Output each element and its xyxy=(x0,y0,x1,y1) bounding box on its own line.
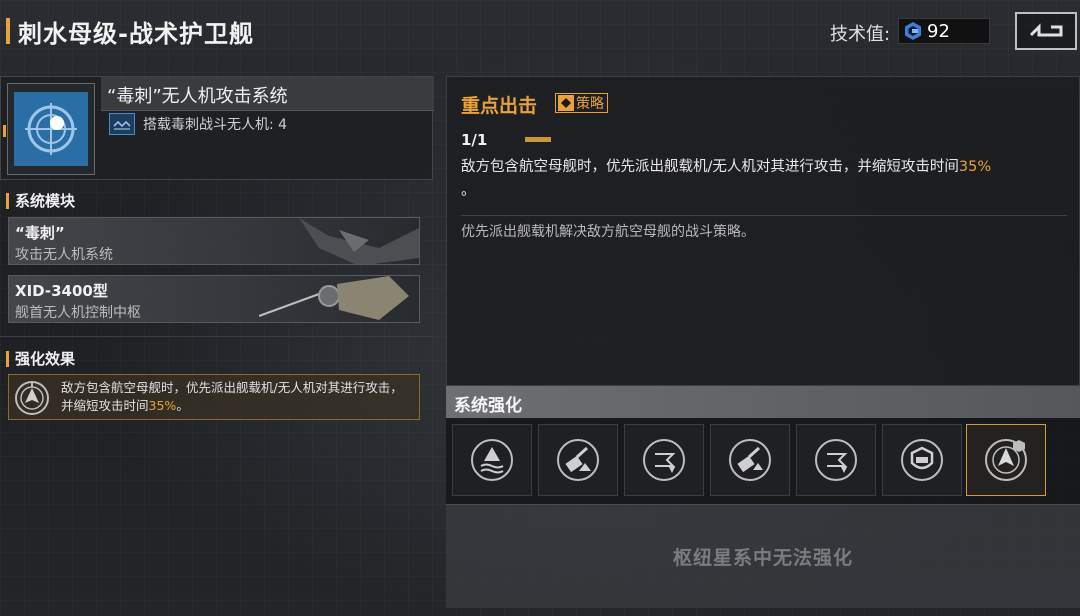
effects-section-header: 强化效果 xyxy=(0,348,75,369)
module-title: XID-3400型 xyxy=(15,282,108,300)
strategy-level: 1/1 xyxy=(461,131,488,149)
system-name: “毒刺”无人机攻击系统 xyxy=(107,86,288,107)
drone-icon xyxy=(109,113,135,135)
wave-up-icon xyxy=(471,439,513,481)
enhance-locked-area: 枢纽星系中无法强化 xyxy=(446,504,1080,608)
enhance-slot-4[interactable] xyxy=(710,424,790,496)
effects-section-title: 强化效果 xyxy=(15,350,76,368)
system-icon-frame[interactable] xyxy=(7,83,95,175)
module-title: “毒刺” xyxy=(15,224,65,242)
enhance-header: 系统强化 xyxy=(446,386,1080,418)
section-divider xyxy=(0,336,433,337)
enhance-slot-2[interactable] xyxy=(538,424,618,496)
module-desc: 攻击无人机系统 xyxy=(15,247,113,263)
strategy-tag: 策略 xyxy=(555,93,608,113)
cannon-up-alt-icon xyxy=(729,439,771,481)
system-accent-bar xyxy=(3,125,6,137)
level-progress-bar xyxy=(525,137,551,142)
left-panel: “毒刺”无人机攻击系统 搭载毒刺战斗无人机: 4 系统模块 “毒刺” 攻击无人机… xyxy=(0,76,434,616)
enhance-slot-3[interactable] xyxy=(624,424,704,496)
drone-count-row: 搭载毒刺战斗无人机: 4 xyxy=(109,113,287,135)
locked-message: 枢纽星系中无法强化 xyxy=(672,547,853,569)
enhance-title: 系统强化 xyxy=(454,396,522,416)
back-button[interactable] xyxy=(1015,12,1077,50)
back-return-icon xyxy=(1029,23,1063,37)
enhance-slot-5[interactable] xyxy=(796,424,876,496)
tech-value-box: 92 xyxy=(898,18,990,44)
effect-description: 敌方包含航空母舰时，优先派出舰载机/无人机对其进行攻击，并缩短攻击时间35%。 xyxy=(61,380,403,413)
detail-divider xyxy=(461,215,1067,216)
strategy-title: 重点出击 xyxy=(461,95,538,117)
page-title: 刺水母级-战术护卫舰 xyxy=(18,20,254,48)
drone-art-icon xyxy=(299,218,419,264)
effect-percent: 35% xyxy=(148,398,177,413)
strategy-detail-panel: 重点出击 策略 1/1 敌方包含航空母舰时，优先派出舰载机/无人机对其进行攻击，… xyxy=(446,76,1080,386)
cannon-up-icon xyxy=(557,439,599,481)
strategy-description: 敌方包含航空母舰时，优先派出舰载机/无人机对其进行攻击，并缩短攻击时间35%。 xyxy=(461,159,992,199)
enhance-slot-6[interactable] xyxy=(882,424,962,496)
cycle-down-icon xyxy=(643,439,685,481)
target-reticle-icon xyxy=(25,103,77,155)
enhance-slot-1[interactable] xyxy=(452,424,532,496)
strategy-target-icon xyxy=(985,439,1027,481)
title-accent-bar xyxy=(6,18,10,44)
modules-section-title: 系统模块 xyxy=(15,192,76,210)
strategy-percent: 35% xyxy=(958,159,992,175)
system-name-bar: “毒刺”无人机攻击系统 xyxy=(101,77,434,111)
tech-point-icon xyxy=(905,22,921,40)
control-hub-art-icon xyxy=(259,276,409,320)
strategy-tag-label: 策略 xyxy=(576,96,604,112)
module-item-sting[interactable]: “毒刺” 攻击无人机系统 xyxy=(8,217,420,265)
system-card: “毒刺”无人机攻击系统 搭载毒刺战斗无人机: 4 xyxy=(0,76,434,180)
shield-icon xyxy=(901,439,943,481)
tech-value: 92 xyxy=(927,20,950,42)
modules-section-header: 系统模块 xyxy=(0,190,75,211)
strategy-tag-icon xyxy=(558,95,574,111)
tech-value-label: 技术值: xyxy=(830,24,891,45)
enhance-slots-row xyxy=(446,418,1080,504)
drone-count-label: 搭载毒刺战斗无人机: 4 xyxy=(143,117,288,133)
strategy-target-icon xyxy=(15,381,49,415)
strategy-note: 优先派出舰载机解决敌方航空母舰的战斗策略。 xyxy=(461,224,755,240)
top-header: 刺水母级-战术护卫舰 技术值: 92 xyxy=(0,0,1080,64)
effect-card[interactable]: 敌方包含航空母舰时，优先派出舰载机/无人机对其进行攻击，并缩短攻击时间35%。 xyxy=(8,374,420,420)
module-desc: 舰首无人机控制中枢 xyxy=(15,305,141,321)
enhance-slot-7[interactable] xyxy=(966,424,1046,496)
module-item-xid3400[interactable]: XID-3400型 舰首无人机控制中枢 xyxy=(8,275,420,323)
cycle-down-alt-icon xyxy=(815,439,857,481)
